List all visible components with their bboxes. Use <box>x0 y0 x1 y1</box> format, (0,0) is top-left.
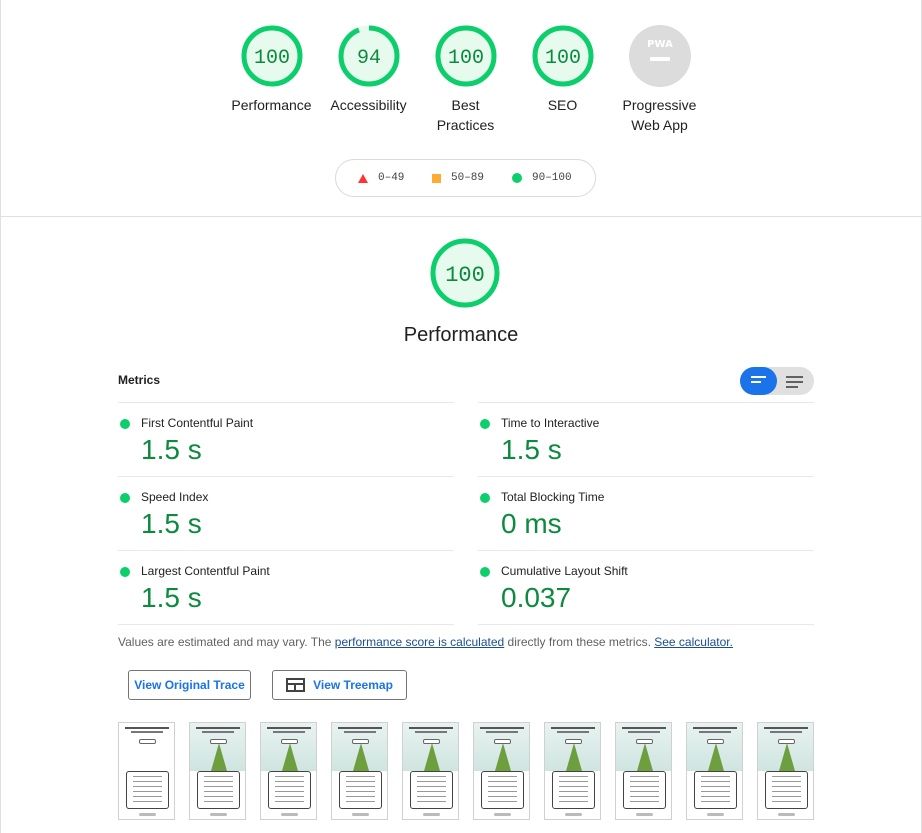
gauge-score: 100 <box>447 47 483 70</box>
metric-speed-index: Speed Index 1.5 s <box>118 476 454 550</box>
legend-fail: 0–49 <box>358 172 404 184</box>
performance-title: Performance <box>403 324 519 346</box>
performance-gauge: 100 <box>429 237 501 314</box>
performance-score: 100 <box>445 263 485 288</box>
gauge-label: Accessibility <box>330 97 407 113</box>
metric-label: Speed Index <box>141 490 209 504</box>
metrics-note: Values are estimated and may vary. The p… <box>118 635 733 649</box>
fail-triangle-icon <box>358 173 368 183</box>
expanded-list-icon[interactable] <box>786 376 803 391</box>
gauge-seo[interactable]: 100 SEO <box>514 24 611 115</box>
filmstrip-frame <box>189 722 246 820</box>
note-text: Values are estimated and may vary. The <box>118 635 335 649</box>
metrics-bottom-border <box>118 624 814 625</box>
note-text-middle: directly from these metrics. <box>504 635 655 649</box>
filmstrip-frame <box>118 722 175 820</box>
legend-average-range: 50–89 <box>451 172 485 184</box>
metric-fcp: First Contentful Paint 1.5 s <box>118 402 454 476</box>
gauge-best-practices[interactable]: 100 Best Practices <box>417 24 514 135</box>
filmstrip-frame <box>473 722 530 820</box>
metric-lcp: Largest Contentful Paint 1.5 s <box>118 550 454 624</box>
gauge-label: Progressive Web App <box>622 97 697 133</box>
metric-value: 1.5 s <box>141 582 202 613</box>
compact-list-icon <box>751 376 766 386</box>
metric-value: 1.5 s <box>141 508 202 539</box>
filmstrip-frame <box>331 722 388 820</box>
gauge-accessibility[interactable]: 94 Accessibility <box>320 24 417 115</box>
pass-circle-icon <box>480 567 490 577</box>
filmstrip-frame <box>402 722 459 820</box>
pwa-badge-icon: PWA <box>628 25 691 87</box>
legend-fail-range: 0–49 <box>378 172 405 184</box>
metric-value: 0 ms <box>501 508 562 539</box>
gauge-score: 94 <box>356 47 380 70</box>
metric-tti: Time to Interactive 1.5 s <box>478 402 814 476</box>
section-divider <box>0 216 922 217</box>
gauge-ring: 94 <box>338 25 399 87</box>
metric-tbt: Total Blocking Time 0 ms <box>478 476 814 550</box>
filmstrip-frame <box>757 722 814 820</box>
pwa-badge-text: PWA <box>647 39 673 50</box>
gauge-score: 100 <box>253 47 289 70</box>
performance-gauge-ring: 100 <box>430 238 500 308</box>
pass-circle-icon <box>480 493 490 503</box>
gauge-score: 100 <box>544 47 580 70</box>
gauge-label: Best Practices <box>436 97 495 133</box>
see-calculator-link[interactable]: See calculator. <box>654 635 733 649</box>
trace-button-label: View Original Trace <box>134 678 245 692</box>
gauge-label: Performance <box>231 97 312 113</box>
metric-label: First Contentful Paint <box>141 416 254 430</box>
legend-pass-range: 90–100 <box>532 172 572 184</box>
filmstrip <box>118 722 818 822</box>
pass-circle-icon <box>120 493 130 503</box>
metric-label: Time to Interactive <box>501 416 600 430</box>
pass-circle-icon <box>480 419 490 429</box>
gauge-performance[interactable]: 100 Performance <box>223 24 320 115</box>
pass-circle-icon <box>512 173 522 183</box>
category-gauges: 100 Performance 94 Accessibility 100 Bes… <box>0 24 922 144</box>
toggle-compact-view[interactable] <box>740 367 777 395</box>
metric-value: 1.5 s <box>501 434 562 465</box>
pass-circle-icon <box>120 419 130 429</box>
pass-circle-icon <box>120 567 130 577</box>
gauge-ring: 100 <box>241 25 302 87</box>
gauge-label: SEO <box>547 97 578 113</box>
metrics-view-toggle[interactable] <box>740 367 814 395</box>
treemap-button-label: View Treemap <box>313 678 393 692</box>
treemap-icon <box>286 678 306 692</box>
metric-value: 0.037 <box>501 582 572 613</box>
metric-cls: Cumulative Layout Shift 0.037 <box>478 550 814 624</box>
score-calculated-link[interactable]: performance score is calculated <box>335 635 504 649</box>
legend-pass: 90–100 <box>512 172 572 184</box>
filmstrip-frame <box>260 722 317 820</box>
legend-average: 50–89 <box>432 172 484 184</box>
metric-value: 1.5 s <box>141 434 202 465</box>
metric-label: Cumulative Layout Shift <box>501 564 628 578</box>
score-legend: 0–49 50–89 90–100 <box>335 159 596 197</box>
view-original-trace-button[interactable]: View Original Trace <box>128 670 251 700</box>
metric-label: Total Blocking Time <box>501 490 605 504</box>
filmstrip-frame <box>615 722 672 820</box>
gauge-ring: 100 <box>435 25 496 87</box>
metric-label: Largest Contentful Paint <box>141 564 270 578</box>
metrics-heading: Metrics <box>118 373 161 387</box>
view-treemap-button[interactable]: View Treemap <box>272 670 407 700</box>
average-square-icon <box>432 173 441 183</box>
filmstrip-frame <box>686 722 743 820</box>
filmstrip-frame <box>544 722 601 820</box>
gauge-pwa[interactable]: PWA Progressive Web App <box>611 24 708 135</box>
gauge-ring: 100 <box>532 25 593 87</box>
